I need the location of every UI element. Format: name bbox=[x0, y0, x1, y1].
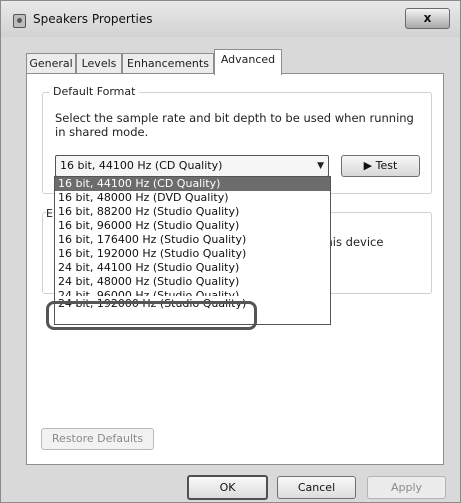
default-format-legend: Default Format bbox=[49, 85, 140, 98]
tab-levels[interactable]: Levels bbox=[76, 53, 122, 74]
test-button-label: Test bbox=[375, 159, 398, 172]
ok-button[interactable]: OK bbox=[187, 475, 268, 500]
close-button[interactable]: x bbox=[405, 8, 450, 29]
dropdown-option[interactable]: 16 bit, 96000 Hz (Studio Quality) bbox=[55, 219, 330, 233]
play-icon: ▶ bbox=[363, 159, 373, 172]
dropdown-option[interactable]: 24 bit, 44100 Hz (Studio Quality) bbox=[55, 261, 330, 275]
sample-rate-selected-value: 16 bit, 44100 Hz (CD Quality) bbox=[60, 159, 223, 172]
window-title: Speakers Properties bbox=[33, 12, 153, 26]
dropdown-option[interactable]: 24 bit, 48000 Hz (Studio Quality) bbox=[55, 275, 330, 289]
dropdown-option[interactable]: 16 bit, 88200 Hz (Studio Quality) bbox=[55, 205, 330, 219]
dropdown-option[interactable]: 16 bit, 176400 Hz (Studio Quality) bbox=[55, 233, 330, 247]
test-button[interactable]: ▶ Test bbox=[341, 155, 420, 177]
dropdown-option[interactable]: 16 bit, 48000 Hz (DVD Quality) bbox=[55, 191, 330, 205]
highlight-annotation bbox=[46, 301, 257, 330]
speakers-properties-dialog: Speakers Properties x General Levels Enh… bbox=[0, 0, 461, 503]
restore-defaults-button[interactable]: Restore Defaults bbox=[41, 428, 154, 450]
dropdown-option[interactable]: 16 bit, 44100 Hz (CD Quality) bbox=[55, 177, 330, 191]
default-format-description: Select the sample rate and bit depth to … bbox=[55, 111, 414, 139]
speaker-icon bbox=[13, 14, 26, 28]
tab-advanced[interactable]: Advanced bbox=[214, 49, 282, 75]
dropdown-option[interactable]: 24 bit, 96000 Hz (Studio Quality) bbox=[55, 289, 330, 296]
apply-button[interactable]: Apply bbox=[367, 476, 446, 499]
exclusive-mode-legend: E bbox=[46, 207, 53, 220]
cancel-button[interactable]: Cancel bbox=[277, 476, 356, 499]
tab-enhancements[interactable]: Enhancements bbox=[122, 53, 214, 74]
sample-rate-select[interactable]: 16 bit, 44100 Hz (CD Quality) ▼ bbox=[55, 155, 329, 177]
title-bar: Speakers Properties x bbox=[1, 1, 460, 37]
tab-general[interactable]: General bbox=[26, 53, 76, 74]
dropdown-option[interactable]: 16 bit, 192000 Hz (Studio Quality) bbox=[55, 247, 330, 261]
chevron-down-icon: ▼ bbox=[317, 161, 324, 171]
